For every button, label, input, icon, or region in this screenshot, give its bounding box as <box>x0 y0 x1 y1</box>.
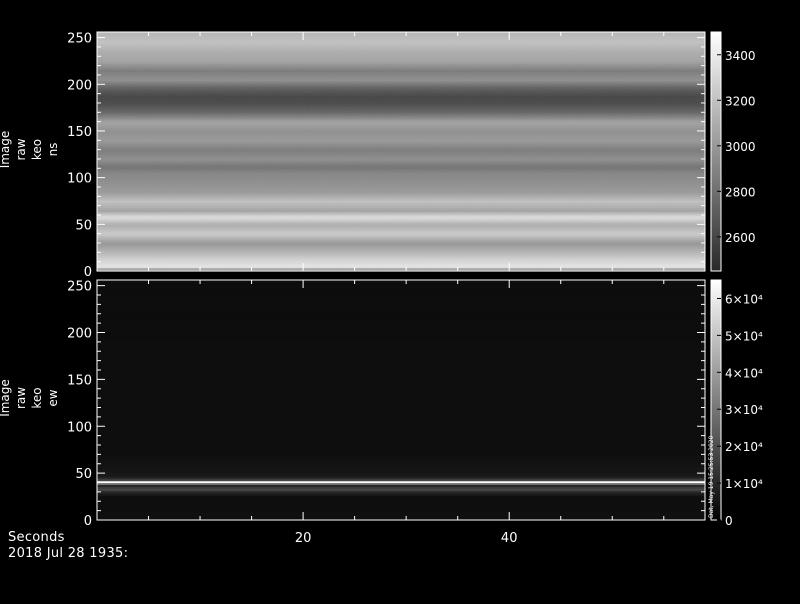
colorbar-tick-label: 1×10⁴ <box>725 477 763 491</box>
ylabel-line: ew <box>46 389 60 406</box>
ylabel-line: Image <box>0 131 12 169</box>
colorbar-tick-label: 0 <box>725 514 733 528</box>
y-tick-label: 200 <box>67 327 92 342</box>
colorbar-tick-label: 4×10⁴ <box>725 366 763 380</box>
colorbar-tick-label: 5×10⁴ <box>725 329 763 343</box>
y-tick-label: 250 <box>67 280 92 295</box>
colorbar-tick-label: 2800 <box>725 185 756 199</box>
y-tick-label: 150 <box>67 373 92 388</box>
y-tick-label: 0 <box>84 514 92 529</box>
colorbar-tick-label: 3×10⁴ <box>725 403 763 417</box>
colorbar-tick-label: 6×10⁴ <box>725 292 763 306</box>
y-tick-label: 50 <box>75 218 92 233</box>
y-tick-label: 200 <box>67 78 92 93</box>
y-tick-label: 100 <box>67 420 92 435</box>
panel-ew: 0 50 100 150 200 250 20 40 Image raw keo ew 0 1×10⁴… <box>0 279 763 546</box>
panel-ns: 0 50 100 150 200 250 Image raw keo ns 2600 2800 30… <box>0 31 756 280</box>
colorbar-ns: 2600 2800 3000 3200 3400 <box>710 31 756 272</box>
y-tick-label: 50 <box>75 467 92 482</box>
colorbar-ew: 0 1×10⁴ 2×10⁴ 3×10⁴ 4×10⁴ 5×10⁴ 6×10⁴ <box>710 279 763 528</box>
xaxis-label: Seconds <box>8 530 65 545</box>
ylabel-ew: Image raw keo ew <box>0 379 60 417</box>
y-tick-label: 100 <box>67 172 92 187</box>
colorbar-tick-label: 3400 <box>725 49 756 63</box>
colorbar-tick-label: 2600 <box>725 231 756 245</box>
ylabel-line: raw <box>14 387 28 409</box>
y-tick-label: 250 <box>67 32 92 47</box>
side-date-label: Dat, May 19 15:25:53 2020 <box>708 435 715 518</box>
date-time-label: 2018 Jul 28 1935: <box>8 546 129 561</box>
ylabel-ns: Image raw keo ns <box>0 131 60 169</box>
keogram-ew-image <box>97 280 705 521</box>
colorbar-tick-label: 2×10⁴ <box>725 440 763 454</box>
colorbar-tick-label: 3000 <box>725 140 756 154</box>
image-texture <box>97 32 705 271</box>
colorbar-tick-label: 3200 <box>725 94 756 108</box>
ylabel-line: keo <box>30 387 44 408</box>
x-tick-label: 20 <box>295 531 312 546</box>
x-tick-label: 40 <box>501 531 518 546</box>
ylabel-line: keo <box>30 139 44 160</box>
ylabel-line: Image <box>0 379 12 417</box>
y-tick-label: 0 <box>84 265 92 280</box>
ylabel-line: raw <box>14 138 28 160</box>
colorbar-scale <box>710 31 722 272</box>
ylabel-line: ns <box>46 143 60 157</box>
y-tick-label: 150 <box>67 125 92 140</box>
keogram-figure: 050100150200250 Image raw keo ns 2600280030… <box>0 31 763 546</box>
